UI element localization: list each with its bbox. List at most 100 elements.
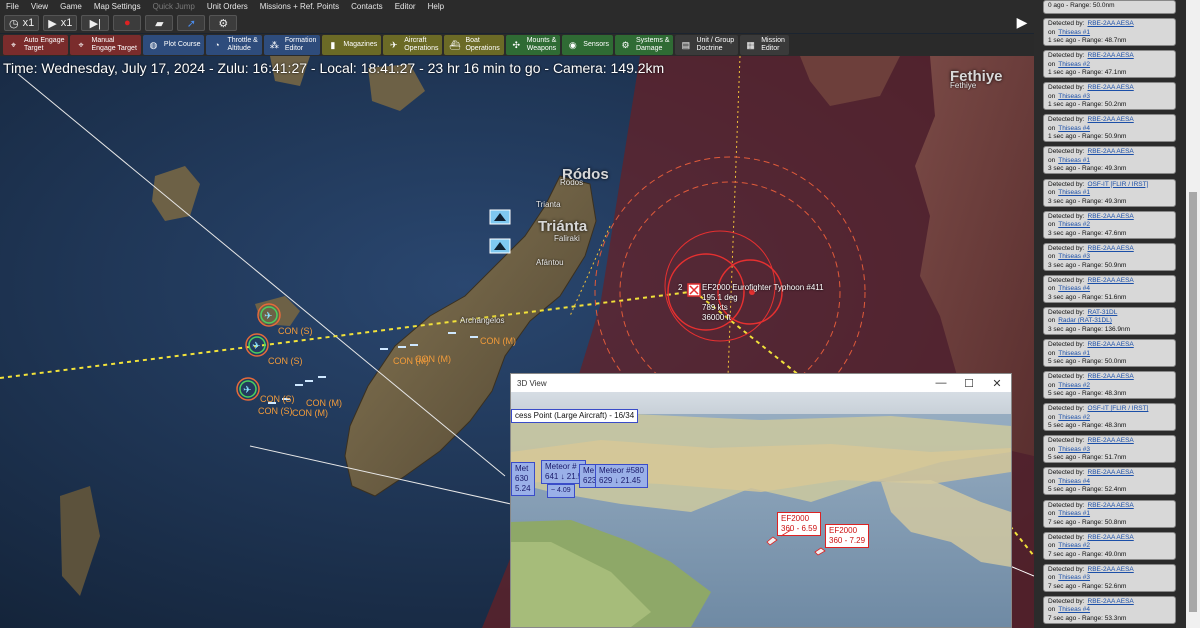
menu-view[interactable]: View [25,2,54,11]
clock-button[interactable]: ◷ x1 [4,15,40,31]
menu-help[interactable]: Help [422,2,450,11]
runway-button[interactable]: ▰ [145,15,174,31]
unit-link[interactable]: Thiseas #1 [1058,29,1090,36]
unit-link[interactable]: Thiseas #2 [1058,542,1090,549]
unit-link[interactable]: Thiseas #1 [1058,157,1090,164]
message-card[interactable]: Detected by: RBE-2AA AESA on Thiseas #1 3 se… [1043,146,1176,175]
sensor-link[interactable]: RBE-2AA AESA [1088,20,1134,27]
message-card[interactable]: Detected by: RBE-2AA AESA on Thiseas #1 5 se… [1043,339,1176,367]
unit-link[interactable]: Thiseas #4 [1058,125,1090,132]
meteor-tag-4[interactable]: Meteor #580 629 ↓ 21.45 [595,464,648,488]
3d-view-window[interactable]: 3D View — ☐ ✕ cess Point (Large Aircraft… [510,373,1012,628]
unit-link[interactable]: Thiseas #2 [1058,382,1090,389]
message-scrollbar-thumb[interactable] [1189,192,1197,612]
message-card[interactable]: Detected by: RBE-2AA AESA on Thiseas #4 1 se… [1043,114,1176,143]
sensor-link[interactable]: RBE-2AA AESA [1088,598,1134,605]
sensor-link[interactable]: RBE-2AA AESA [1088,213,1134,220]
toolbar-button-12[interactable]: ▦ Mission Editor [740,35,789,55]
toolbar-button-2[interactable]: ◍ Plot Course [142,35,205,55]
expand-panel-button[interactable]: ▶ [1012,12,1032,32]
unit-link[interactable]: Thiseas #1 [1058,510,1090,517]
sensor-link[interactable]: RBE-2AA AESA [1088,566,1134,573]
toolbar-button-0[interactable]: ⌖ Auto Engage Target [3,35,69,55]
ef2000-tag-2[interactable]: EF2000 360 - 7.29 [825,524,870,548]
toolbar-button-9[interactable]: ◉ Sensors [562,35,613,55]
message-card[interactable]: Detected by: RBE-2AA AESA on Thiseas #4 7 se… [1043,595,1176,624]
unit-readout[interactable]: EF2000 Eurofighter Typhoon #411 195.1 de… [702,283,824,323]
sensor-link[interactable]: RBE-2AA AESA [1088,84,1134,91]
record-button[interactable]: ● [113,15,142,31]
ef2000-tag-1[interactable]: EF2000 360 - 6.59 [777,512,822,536]
friendly-aircraft-1[interactable]: ✈ [257,303,281,327]
unit-link[interactable]: Thiseas #4 [1058,606,1090,613]
toolbar-button-4[interactable]: ⁂ Formation Editor [263,35,321,55]
toolbar-button-8[interactable]: ✣ Mounts & Weapons [505,35,561,55]
sensor-link[interactable]: RBE-2AA AESA [1088,52,1134,59]
message-card[interactable]: Detected by: RBE-2AA AESA on Thiseas #3 1 se… [1043,82,1176,111]
message-card[interactable]: Detected by: RBE-2AA AESA on Thiseas #1 1 se… [1043,18,1176,46]
menu-missions[interactable]: Missions + Ref. Points [254,2,345,11]
menu-contacts[interactable]: Contacts [345,2,389,11]
toolbar-button-7[interactable]: ⛴ Boat Operations [444,35,504,55]
unit-link[interactable]: Thiseas #3 [1058,446,1090,453]
message-card[interactable]: Detected by: RAT-31DL on Radar (RAT-31DL) 3 … [1043,306,1176,335]
unit-link[interactable]: Thiseas #3 [1058,574,1090,581]
message-card[interactable]: Detected by: OSF-IT [FLIR / IRST] on Thisea… [1043,403,1176,432]
sensor-link[interactable]: RBE-2AA AESA [1088,502,1134,509]
unit-link[interactable]: Thiseas #1 [1058,189,1090,196]
sensor-link[interactable]: RBE-2AA AESA [1088,469,1134,476]
menu-unit-orders[interactable]: Unit Orders [201,2,254,11]
waypoint-button[interactable]: ➚ [177,15,206,31]
close-button[interactable]: ✕ [983,374,1011,392]
message-card[interactable]: Detected by: RBE-2AA AESA on Thiseas #2 3 se… [1043,210,1176,239]
unit-link[interactable]: Thiseas #2 [1058,61,1090,68]
toolbar-button-6[interactable]: ✈ Aircraft Operations [383,35,443,55]
menu-map-settings[interactable]: Map Settings [88,2,147,11]
toolbar-button-5[interactable]: ▮ Magazines [322,35,382,55]
unit-link[interactable]: Thiseas #4 [1058,285,1090,292]
friendly-aircraft-3[interactable]: ✈ [236,377,260,401]
play-button[interactable]: ▶ x1 [43,15,78,31]
message-card[interactable]: 0 ago - Range: 50.0nm [1043,0,1176,14]
sensor-link[interactable]: RBE-2AA AESA [1088,534,1134,541]
sensor-link[interactable]: OSF-IT [FLIR / IRST] [1088,405,1149,412]
sensor-link[interactable]: RBE-2AA AESA [1088,437,1134,444]
message-card[interactable]: Detected by: RBE-2AA AESA on Thiseas #1 7 se… [1043,499,1176,528]
sensor-link[interactable]: RBE-2AA AESA [1088,116,1134,123]
tag-access-point[interactable]: cess Point (Large Aircraft) - 16/34 [511,409,639,423]
menu-editor[interactable]: Editor [389,2,422,11]
sensor-link[interactable]: RBE-2AA AESA [1088,245,1134,252]
menu-game[interactable]: Game [54,2,88,11]
message-card[interactable]: Detected by: RBE-2AA AESA on Thiseas #4 3 se… [1043,274,1176,303]
message-card[interactable]: Detected by: RBE-2AA AESA on Thiseas #4 5 se… [1043,467,1176,496]
message-card[interactable]: Detected by: RBE-2AA AESA on Thiseas #2 7 se… [1043,531,1176,560]
message-scrollbar[interactable] [1186,0,1200,628]
unit-link[interactable]: Thiseas #3 [1058,93,1090,100]
toolbar-button-10[interactable]: ⚙ Systems & Damage [614,35,674,55]
sensor-link[interactable]: RBE-2AA AESA [1088,373,1134,380]
menu-file[interactable]: File [0,2,25,11]
3d-view-titlebar[interactable]: 3D View — ☐ ✕ [511,374,1011,392]
step-button[interactable]: ▶| [81,15,110,31]
unit-link[interactable]: Thiseas #1 [1058,350,1090,357]
unit-link[interactable]: Radar (RAT-31DL) [1058,317,1112,324]
sensor-link[interactable]: RBE-2AA AESA [1088,148,1134,155]
message-card[interactable]: Detected by: RBE-2AA AESA on Thiseas #2 1 se… [1043,50,1176,79]
toolbar-button-1[interactable]: ⌖ Manual Engage Target [70,35,141,55]
message-card[interactable]: Detected by: RBE-2AA AESA on Thiseas #3 7 se… [1043,563,1176,592]
settings-button[interactable]: ⚙ [209,15,238,31]
3d-scene[interactable]: cess Point (Large Aircraft) - 16/34 Met … [511,392,1011,627]
message-card[interactable]: Detected by: RBE-2AA AESA on Thiseas #2 5 se… [1043,371,1176,400]
message-card[interactable]: Detected by: RBE-2AA AESA on Thiseas #3 5 se… [1043,435,1176,464]
unit-link[interactable]: Thiseas #3 [1058,253,1090,260]
unit-link[interactable]: Thiseas #2 [1058,221,1090,228]
message-card[interactable]: Detected by: RBE-2AA AESA on Thiseas #3 3 se… [1043,242,1176,271]
message-card[interactable]: Detected by: OSF-IT [FLIR / IRST] on Thisea… [1043,178,1176,207]
toolbar-button-3[interactable]: ◔ Throttle & Altitude [206,35,262,55]
minimize-button[interactable]: — [927,374,955,392]
maximize-button[interactable]: ☐ [955,374,983,392]
unit-link[interactable]: Thiseas #2 [1058,414,1090,421]
sensor-link[interactable]: OSF-IT [FLIR / IRST] [1088,181,1149,188]
meteor-tag-1[interactable]: Met 630 5.24 [511,462,535,496]
sensor-link[interactable]: RAT-31DL [1088,309,1118,316]
